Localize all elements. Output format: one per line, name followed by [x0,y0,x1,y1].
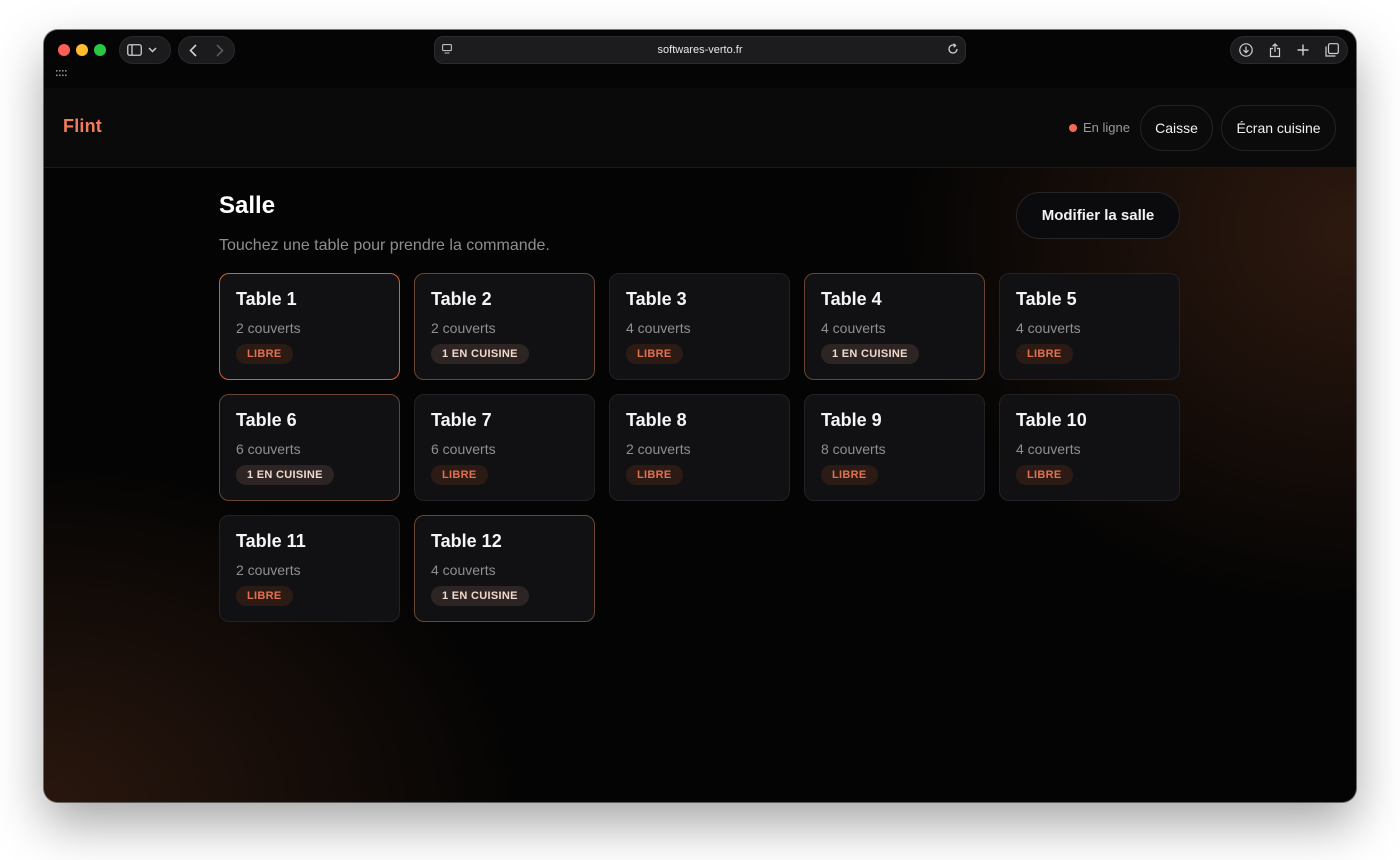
table-card[interactable]: Table 4 4 couverts 1 EN CUISINE [804,273,985,380]
page-title: Salle [219,192,276,219]
table-name: Table 7 [431,410,492,430]
app-header: Flint En ligne Caisse Écran cuisine [44,88,1356,168]
status-badge: 1 EN CUISINE [821,344,919,364]
table-name: Table 6 [236,410,297,430]
table-card[interactable]: Table 10 4 couverts LIBRE [999,394,1180,501]
table-name: Table 1 [236,289,297,309]
table-card[interactable]: Table 6 6 couverts 1 EN CUISINE [219,394,400,501]
table-name: Table 10 [1016,410,1087,430]
table-card[interactable]: Table 3 4 couverts LIBRE [609,273,790,380]
table-name: Table 3 [626,289,687,309]
table-card[interactable]: Table 2 2 couverts 1 EN CUISINE [414,273,595,380]
table-card[interactable]: Table 1 2 couverts LIBRE [219,273,400,380]
table-card[interactable]: Table 7 6 couverts LIBRE [414,394,595,501]
table-covers: 6 couverts [236,441,301,457]
table-covers: 4 couverts [431,562,496,578]
table-name: Table 4 [821,289,882,309]
table-name: Table 5 [1016,289,1077,309]
share-icon[interactable] [1269,42,1281,58]
sidebar-icon [127,44,142,56]
browser-window: softwares-verto.fr Flint En ligne Caisse… [44,30,1356,802]
table-covers: 2 couverts [236,562,301,578]
table-covers: 2 couverts [431,320,496,336]
status-dot-icon [1069,123,1077,132]
table-name: Table 12 [431,531,502,551]
table-covers: 6 couverts [431,441,496,457]
brand-logo[interactable]: Flint [63,116,102,137]
history-nav [178,36,235,64]
new-tab-icon[interactable] [1297,44,1309,56]
caisse-button[interactable]: Caisse [1140,105,1213,151]
app-page: Flint En ligne Caisse Écran cuisine Sall… [44,88,1356,802]
status-badge: LIBRE [1016,465,1073,485]
sidebar-toggle-button[interactable] [119,36,171,64]
chevron-down-icon [148,47,157,53]
table-name: Table 9 [821,410,882,430]
edit-room-button[interactable]: Modifier la salle [1016,192,1180,239]
status-badge: LIBRE [821,465,878,485]
status-label: En ligne [1083,120,1130,135]
status-badge: LIBRE [626,344,683,364]
close-window-button[interactable] [58,44,70,56]
zoom-window-button[interactable] [94,44,106,56]
browser-actions [1230,36,1348,64]
page-subtitle: Touchez une table pour prendre la comman… [219,237,550,254]
status-badge: LIBRE [236,586,293,606]
status-badge: LIBRE [431,465,488,485]
status-badge: 1 EN CUISINE [431,344,529,364]
table-name: Table 11 [236,531,306,551]
forward-icon[interactable] [216,43,224,57]
downloads-icon[interactable] [1239,43,1253,57]
tabs-overview-icon[interactable] [1325,43,1339,57]
status-badge: 1 EN CUISINE [431,586,529,606]
table-card[interactable]: Table 5 4 couverts LIBRE [999,273,1180,380]
table-covers: 8 couverts [821,441,886,457]
status-badge: 1 EN CUISINE [236,465,334,485]
tab-grid-icon[interactable] [56,70,67,77]
table-card[interactable]: Table 8 2 couverts LIBRE [609,394,790,501]
table-name: Table 2 [431,289,492,309]
status-badge: LIBRE [626,465,683,485]
url-text: softwares-verto.fr [657,44,743,56]
table-covers: 4 couverts [626,320,691,336]
status-badge: LIBRE [1016,344,1073,364]
table-covers: 2 couverts [626,441,691,457]
minimize-window-button[interactable] [76,44,88,56]
page-settings-icon[interactable] [442,44,452,54]
table-covers: 4 couverts [1016,441,1081,457]
online-status: En ligne [1069,120,1130,135]
address-bar[interactable]: softwares-verto.fr [434,36,966,64]
table-card[interactable]: Table 11 2 couverts LIBRE [219,515,400,622]
kitchen-screen-button[interactable]: Écran cuisine [1221,105,1336,151]
reload-icon[interactable] [947,43,959,55]
table-covers: 4 couverts [1016,320,1081,336]
table-card[interactable]: Table 12 4 couverts 1 EN CUISINE [414,515,595,622]
table-covers: 4 couverts [821,320,886,336]
status-badge: LIBRE [236,344,293,364]
table-card[interactable]: Table 9 8 couverts LIBRE [804,394,985,501]
table-name: Table 8 [626,410,687,430]
back-icon[interactable] [189,43,197,57]
browser-toolbar: softwares-verto.fr [44,30,1356,88]
table-covers: 2 couverts [236,320,301,336]
table-grid: Table 1 2 couverts LIBRE Table 2 2 couve… [219,273,1180,622]
